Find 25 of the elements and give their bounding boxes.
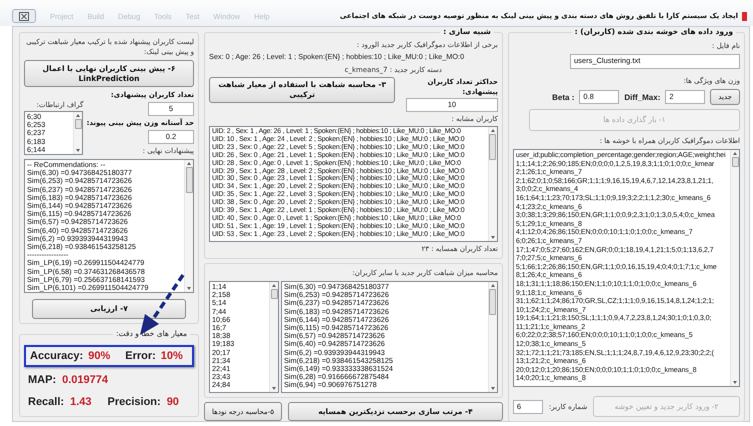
scrollbar[interactable] [488,282,497,392]
metric-label: Accuracy: [30,350,84,362]
app-icon [742,12,747,20]
close-icon [19,12,29,20]
similar-users-list[interactable] [209,126,498,242]
metric-value: 90 [166,396,179,408]
scrollbar[interactable] [184,160,193,292]
scrollbar[interactable] [488,127,497,241]
recommendation-list[interactable] [24,159,194,293]
metric-value: 1.43 [70,396,92,408]
metric-value: 0.019774 [62,374,108,386]
metric-label: Recall: [28,396,64,408]
metric-label: Error: [125,350,156,362]
scrollbar[interactable] [730,150,739,386]
scrollbar[interactable] [269,282,278,392]
metric-label: MAP: [28,374,56,386]
records-textbox[interactable] [512,149,740,387]
metric-value: 10% [160,350,183,362]
field-label: Beta : [552,92,574,102]
metric-value: 90% [88,350,110,362]
close-button[interactable] [12,9,36,23]
metric-label: Precision: [108,396,161,408]
similarity-list[interactable] [281,281,498,393]
field-label: Diff_Max: [624,92,660,102]
scrollbar[interactable] [73,112,82,154]
